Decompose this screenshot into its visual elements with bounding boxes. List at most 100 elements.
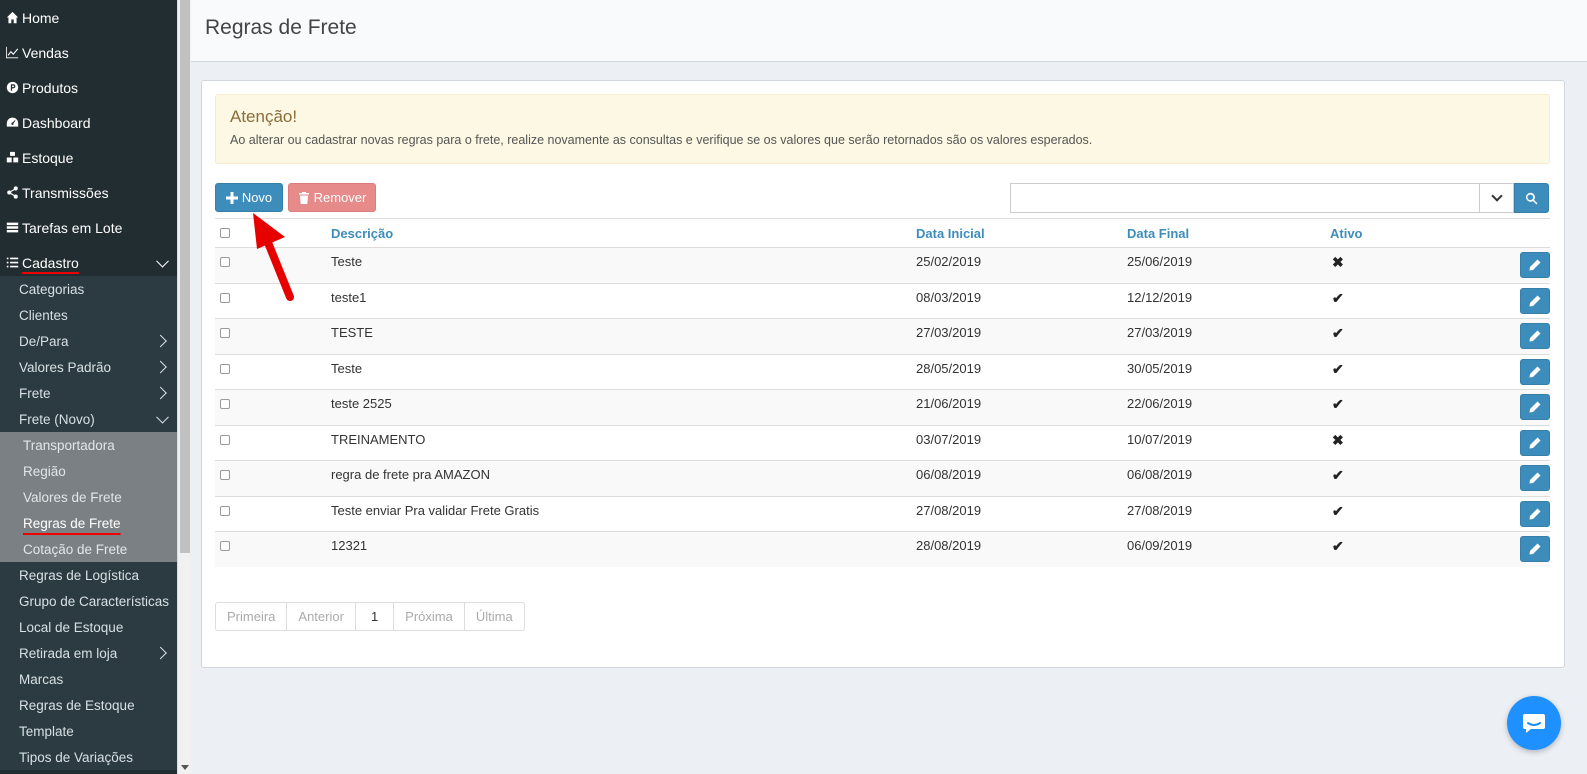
row-select-cell [215,389,331,425]
chat-widget-button[interactable] [1507,696,1561,750]
submenu-item-valores-de-frete[interactable]: Valores de Frete [0,484,177,510]
sidebar-item-produtos[interactable]: Produtos [0,70,177,105]
pagination-first[interactable]: Primeira [216,603,288,630]
row-checkbox[interactable] [220,399,230,409]
submenu-item-regras-de-frete[interactable]: Regras de Frete [0,510,177,536]
edit-button[interactable] [1520,465,1550,491]
submenu-item-local-de-estoque[interactable]: Local de Estoque [0,614,177,640]
remove-button[interactable]: Remover [288,183,376,212]
sidebar-item-estoque[interactable]: Estoque [0,140,177,175]
submenu-item-cotacao-de-frete[interactable]: Cotação de Frete [0,536,177,562]
submenu-item-regiao[interactable]: Região [0,458,177,484]
cell-description: teste1 [331,282,916,319]
cell-end-date: 30/05/2019 [1127,353,1330,390]
sidebar-item-dashboard[interactable]: Dashboard [0,105,177,140]
edit-button[interactable] [1520,358,1550,385]
edit-button[interactable] [1520,429,1550,456]
pencil-icon [1529,259,1541,271]
table-row: teste1 08/03/2019 12/12/2019 ✔ [215,282,1550,319]
edit-button[interactable] [1520,394,1550,420]
edit-button[interactable] [1520,323,1550,349]
remove-button-label: Remover [313,190,367,205]
row-checkbox[interactable] [220,434,230,445]
submenu-item-de-para[interactable]: De/Para [0,328,177,354]
sidebar-item-transmissoes[interactable]: Transmissões [0,175,177,210]
submenu-item-frete-novo[interactable]: Frete (Novo) [0,406,177,432]
pagination-next[interactable]: Próxima [394,603,465,630]
submenu-item-label: Regras de Logística [19,567,140,583]
sidebar-item-tarefas-em-lote[interactable]: Tarefas em Lote [0,210,177,245]
column-header-active[interactable]: Ativo [1330,218,1515,248]
submenu-item-tipos-de-variacoes[interactable]: Tipos de Variações [0,744,177,770]
search-filter-dropdown[interactable] [1480,183,1514,213]
row-checkbox[interactable] [220,292,230,303]
pencil-icon [1529,508,1541,519]
column-header-description[interactable]: Descrição [331,218,916,248]
edit-button[interactable] [1520,500,1550,527]
row-checkbox[interactable] [220,257,230,267]
search-input[interactable] [1010,183,1480,213]
edit-button[interactable] [1520,287,1550,314]
pencil-icon [1529,330,1541,342]
submenu-item-label: Grupo de Características [19,593,170,609]
cell-description: TESTE [331,318,916,354]
row-select-cell [215,460,331,496]
dashboard-icon [5,116,19,130]
cell-actions [1515,495,1550,532]
chevron-right-icon [154,386,167,400]
cell-description: Teste [331,353,916,390]
sidebar-item-home[interactable]: Home [0,0,177,35]
pencil-icon [1529,437,1541,448]
row-select-cell [215,282,331,319]
edit-button[interactable] [1520,536,1550,562]
row-checkbox[interactable] [220,470,230,480]
sidebar-item-cadastro[interactable]: Cadastro [0,245,177,280]
sidebar-item-vendas[interactable]: Vendas [0,35,177,70]
pagination-current-page[interactable]: 1 [356,603,395,630]
rules-table: Descrição Data Inicial Data Final Ativo … [215,218,1550,567]
submenu-item-frete[interactable]: Frete [0,380,177,406]
submenu-item-regras-de-logistica[interactable]: Regras de Logística [0,562,177,588]
edit-button[interactable] [1520,252,1550,278]
warning-alert: Atenção! Ao alterar ou cadastrar novas r… [215,94,1550,164]
submenu-item-label: De/Para [19,333,69,349]
select-all-checkbox[interactable] [220,227,230,238]
submenu-item-label: Frete (Novo) [19,411,95,427]
submenu-item-retirada-em-loja[interactable]: Retirada em loja [0,640,177,666]
pagination-prev[interactable]: Anterior [287,603,356,630]
column-header-start-date[interactable]: Data Inicial [916,218,1127,248]
submenu-item-transportadora[interactable]: Transportadora [0,432,177,458]
submenu-item-label: Valores Padrão [19,359,112,375]
home-icon [5,11,19,25]
row-checkbox[interactable] [220,505,230,516]
submenu-item-clientes[interactable]: Clientes [0,302,177,328]
sidebar-item-label: Tarefas em Lote [22,219,123,236]
cell-active: ✖ [1330,424,1515,461]
pagination: Primeira Anterior 1 Próxima Última [215,602,525,631]
row-checkbox[interactable] [220,363,230,374]
row-select-cell [215,247,331,283]
table-row: 12321 28/08/2019 06/09/2019 ✔ [215,531,1550,567]
cell-end-date: 10/07/2019 [1127,424,1330,461]
column-header-end-date[interactable]: Data Final [1127,218,1330,248]
cell-start-date: 25/02/2019 [916,247,1127,283]
new-button[interactable]: Novo [215,183,283,212]
submenu-item-regras-de-estoque[interactable]: Regras de Estoque [0,692,177,718]
sidebar-scrollbar[interactable] [177,0,191,774]
submenu-item-valores-padrao[interactable]: Valores Padrão [0,354,177,380]
submenu-item-template[interactable]: Template [0,718,177,744]
cell-actions [1515,353,1550,390]
row-checkbox[interactable] [220,328,230,338]
page-header: Regras de Frete [191,0,1587,62]
cell-active: ✔ [1330,531,1515,567]
table-row: TREINAMENTO 03/07/2019 10/07/2019 ✖ [215,424,1550,461]
submenu-item-categorias[interactable]: Categorias [0,276,177,302]
pagination-last[interactable]: Última [465,603,524,630]
scrollbar-thumb[interactable] [180,0,190,553]
sidebar-item-label: Dashboard [22,114,91,131]
row-checkbox[interactable] [220,541,230,551]
search-button[interactable] [1514,183,1549,213]
scroll-down-arrow-icon[interactable] [181,765,189,770]
submenu-item-grupo-de-caracteristicas[interactable]: Grupo de Características [0,588,177,614]
submenu-item-marcas[interactable]: Marcas [0,666,177,692]
